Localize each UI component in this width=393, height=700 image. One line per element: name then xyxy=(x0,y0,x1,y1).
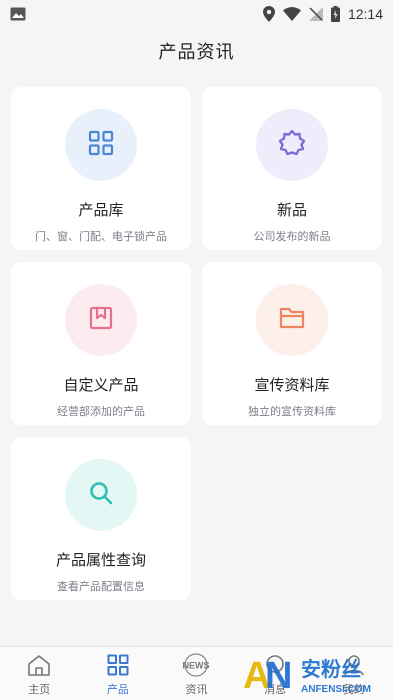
card-product-library[interactable]: 产品库 门、窗、门配、电子锁产品 xyxy=(11,87,191,250)
card-subtitle: 门、窗、门配、电子锁产品 xyxy=(35,231,167,243)
badge-icon xyxy=(278,129,306,162)
battery-charging-icon xyxy=(330,6,340,22)
card-icon-circle xyxy=(65,109,137,181)
card-subtitle: 独立的宣传资料库 xyxy=(248,406,336,418)
card-title: 自定义产品 xyxy=(63,377,139,394)
card-icon-circle xyxy=(256,109,328,181)
card-attribute-query[interactable]: 产品属性查询 查看产品配置信息 xyxy=(11,437,191,600)
card-icon-circle xyxy=(256,284,328,356)
tab-products[interactable]: 产品 xyxy=(79,647,158,700)
card-custom-products[interactable]: 自定义产品 经营部添加的产品 xyxy=(11,262,191,425)
signal-off-icon xyxy=(308,7,323,21)
news-icon: NEWS xyxy=(182,653,210,677)
card-icon-circle xyxy=(65,459,137,531)
card-promo-materials[interactable]: 宣传资料库 独立的宣传资料库 xyxy=(202,262,382,425)
svg-text:N: N xyxy=(265,655,292,697)
bookmark-box-icon xyxy=(89,306,113,335)
svg-text:NEWS: NEWS xyxy=(183,661,210,671)
card-icon-circle xyxy=(65,284,137,356)
location-icon xyxy=(262,6,275,22)
image-icon xyxy=(10,7,26,21)
grid-icon xyxy=(88,130,114,161)
card-title: 产品库 xyxy=(78,202,124,219)
folder-icon xyxy=(279,306,305,335)
tab-home[interactable]: 主页 xyxy=(0,647,79,700)
tab-label: 主页 xyxy=(28,684,51,696)
card-subtitle: 查看产品配置信息 xyxy=(57,581,145,593)
status-bar: 12:14 xyxy=(0,0,393,28)
page-title: 产品资讯 xyxy=(158,42,235,62)
card-new-products[interactable]: 新品 公司发布的新品 xyxy=(202,87,382,250)
watermark-logo: A N 安粉丝 ANFENSI.COM xyxy=(241,650,391,698)
tab-news[interactable]: NEWS 资讯 xyxy=(157,647,236,700)
tab-label: 产品 xyxy=(106,684,129,696)
svg-text:安粉丝: 安粉丝 xyxy=(301,657,361,681)
tab-label: 资讯 xyxy=(185,684,208,696)
home-icon xyxy=(27,653,51,677)
card-subtitle: 公司发布的新品 xyxy=(253,231,331,243)
wifi-icon xyxy=(282,7,301,21)
search-icon xyxy=(88,480,114,511)
grid-icon xyxy=(107,653,129,677)
card-title: 宣传资料库 xyxy=(254,377,330,394)
card-title: 新品 xyxy=(276,202,307,219)
card-title: 产品属性查询 xyxy=(55,552,146,569)
card-subtitle: 经营部添加的产品 xyxy=(57,406,145,418)
svg-text:ANFENSI.COM: ANFENSI.COM xyxy=(301,684,371,695)
status-time: 12:14 xyxy=(347,6,383,22)
